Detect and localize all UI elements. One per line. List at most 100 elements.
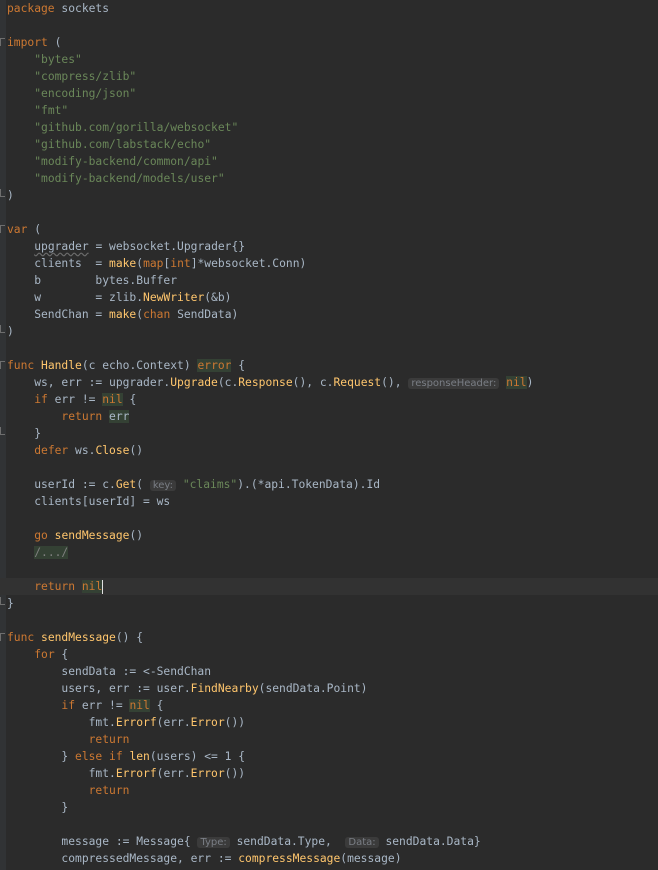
code-text: defer ws.Close() bbox=[7, 442, 143, 459]
code-line[interactable]: w = zlib.NewWriter(&b) bbox=[0, 289, 658, 306]
code-text: for { bbox=[7, 646, 68, 663]
code-token: make bbox=[109, 257, 137, 270]
code-line[interactable]: ws, err := upgrader.Upgrade(c.Response()… bbox=[0, 374, 658, 391]
code-line[interactable]: for { bbox=[0, 646, 658, 663]
code-line[interactable] bbox=[0, 561, 658, 578]
code-token: (users) <= 1 { bbox=[149, 750, 246, 763]
code-text: userId := c.Get( key: "claims").(*api.To… bbox=[7, 476, 380, 494]
fold-marker-icon[interactable] bbox=[0, 427, 5, 435]
code-token: (c. bbox=[217, 376, 239, 389]
code-text: var ( bbox=[7, 221, 41, 238]
code-line[interactable]: if err != nil { bbox=[0, 697, 658, 714]
code-line[interactable]: "fmt" bbox=[0, 102, 658, 119]
code-line[interactable]: } bbox=[0, 425, 658, 442]
code-line[interactable]: users, err := user.FindNearby(sendData.P… bbox=[0, 680, 658, 697]
code-line[interactable]: message := Message{ Type: sendData.Type,… bbox=[0, 833, 658, 850]
code-line[interactable]: compressedMessage, err := compressMessag… bbox=[0, 850, 658, 867]
code-token: (sendData.Point) bbox=[258, 682, 368, 695]
fold-marker-icon[interactable] bbox=[0, 361, 5, 369]
code-token: int bbox=[170, 257, 191, 270]
code-text: } bbox=[7, 595, 14, 612]
code-line[interactable]: ) bbox=[0, 323, 658, 340]
code-line[interactable]: "github.com/labstack/echo" bbox=[0, 136, 658, 153]
code-line[interactable]: "compress/zlib" bbox=[0, 68, 658, 85]
code-token: ()) bbox=[224, 716, 246, 729]
code-token: package bbox=[7, 2, 55, 15]
code-line[interactable]: import ( bbox=[0, 34, 658, 51]
code-line[interactable]: return bbox=[0, 782, 658, 799]
code-line[interactable]: "bytes" bbox=[0, 51, 658, 68]
code-line[interactable]: SendChan = make(chan SendData) bbox=[0, 306, 658, 323]
code-line[interactable]: } bbox=[0, 595, 658, 612]
code-token: sendData.Data} bbox=[378, 835, 481, 848]
code-text: "modify-backend/common/api" bbox=[7, 153, 218, 170]
code-text: ws, err := upgrader.Upgrade(c.Response()… bbox=[7, 374, 533, 392]
code-text: "bytes" bbox=[7, 51, 82, 68]
code-line[interactable]: ) bbox=[0, 187, 658, 204]
code-line[interactable]: clients[userId] = ws bbox=[0, 493, 658, 510]
fold-marker-icon[interactable] bbox=[0, 225, 5, 233]
code-line[interactable]: userId := c.Get( key: "claims").(*api.To… bbox=[0, 476, 658, 493]
code-token: ]*websocket.Conn) bbox=[190, 257, 307, 270]
code-token: /.../ bbox=[34, 546, 69, 559]
code-line[interactable] bbox=[0, 204, 658, 221]
code-line[interactable]: upgrader = websocket.Upgrader{} bbox=[0, 238, 658, 255]
code-token: ) bbox=[7, 189, 14, 202]
code-token: userId := c. bbox=[7, 478, 116, 491]
code-line[interactable] bbox=[0, 17, 658, 34]
code-line[interactable]: func Handle(c echo.Context) error { bbox=[0, 357, 658, 374]
code-line[interactable]: "modify-backend/common/api" bbox=[0, 153, 658, 170]
code-line[interactable] bbox=[0, 816, 658, 833]
code-line[interactable]: defer ws.Close() bbox=[0, 442, 658, 459]
code-line[interactable]: } else if len(users) <= 1 { bbox=[0, 748, 658, 765]
code-line[interactable]: sendData := <-SendChan bbox=[0, 663, 658, 680]
fold-marker-icon[interactable] bbox=[0, 38, 5, 46]
fold-marker-icon[interactable] bbox=[0, 325, 5, 333]
code-text: "fmt" bbox=[7, 102, 68, 119]
fold-marker-icon[interactable] bbox=[0, 597, 5, 605]
code-line[interactable]: "modify-backend/models/user" bbox=[0, 170, 658, 187]
code-text: func sendMessage() { bbox=[7, 629, 143, 646]
code-text: return bbox=[7, 782, 130, 799]
code-token: var bbox=[7, 223, 28, 236]
code-line[interactable]: } bbox=[0, 799, 658, 816]
code-line[interactable]: return bbox=[0, 731, 658, 748]
code-line[interactable]: go sendMessage() bbox=[0, 527, 658, 544]
code-line[interactable]: "github.com/gorilla/websocket" bbox=[0, 119, 658, 136]
fold-marker-icon[interactable] bbox=[0, 633, 5, 641]
code-line[interactable]: fmt.Errorf(err.Error()) bbox=[0, 765, 658, 782]
code-line[interactable] bbox=[0, 340, 658, 357]
code-token: err != bbox=[75, 699, 130, 712]
code-line[interactable]: fmt.Errorf(err.Error()) bbox=[0, 714, 658, 731]
code-line[interactable] bbox=[0, 510, 658, 527]
code-line[interactable]: package sockets bbox=[0, 0, 658, 17]
code-line[interactable]: b bytes.Buffer bbox=[0, 272, 658, 289]
fold-marker-icon[interactable] bbox=[0, 189, 5, 197]
code-token: return bbox=[34, 580, 76, 593]
code-token: (message) bbox=[340, 852, 402, 865]
code-token: sendData := <-SendChan bbox=[7, 665, 212, 678]
code-line[interactable]: var ( bbox=[0, 221, 658, 238]
code-token: ) bbox=[7, 325, 14, 338]
code-token: SendChan = bbox=[7, 308, 110, 321]
code-token: "fmt" bbox=[34, 104, 69, 117]
code-line[interactable]: return err bbox=[0, 408, 658, 425]
code-line[interactable]: func sendMessage() { bbox=[0, 629, 658, 646]
code-line[interactable]: return nil bbox=[0, 578, 658, 595]
code-line[interactable]: if err != nil { bbox=[0, 391, 658, 408]
code-token: compressedMessage, err := bbox=[7, 852, 239, 865]
code-token: if bbox=[61, 699, 76, 712]
code-token: Errorf bbox=[115, 767, 157, 780]
code-line[interactable]: clients = make(map[int]*websocket.Conn) bbox=[0, 255, 658, 272]
code-token: { bbox=[149, 699, 164, 712]
code-line[interactable] bbox=[0, 459, 658, 476]
code-line[interactable]: /.../ bbox=[0, 544, 658, 561]
code-token: Get bbox=[115, 478, 137, 491]
code-line[interactable] bbox=[0, 612, 658, 629]
code-editor[interactable]: package sockets import ( "bytes" "compres… bbox=[0, 0, 658, 870]
code-text: "compress/zlib" bbox=[7, 68, 136, 85]
code-line[interactable]: "encoding/json" bbox=[0, 85, 658, 102]
code-token: "github.com/gorilla/websocket" bbox=[34, 121, 239, 134]
